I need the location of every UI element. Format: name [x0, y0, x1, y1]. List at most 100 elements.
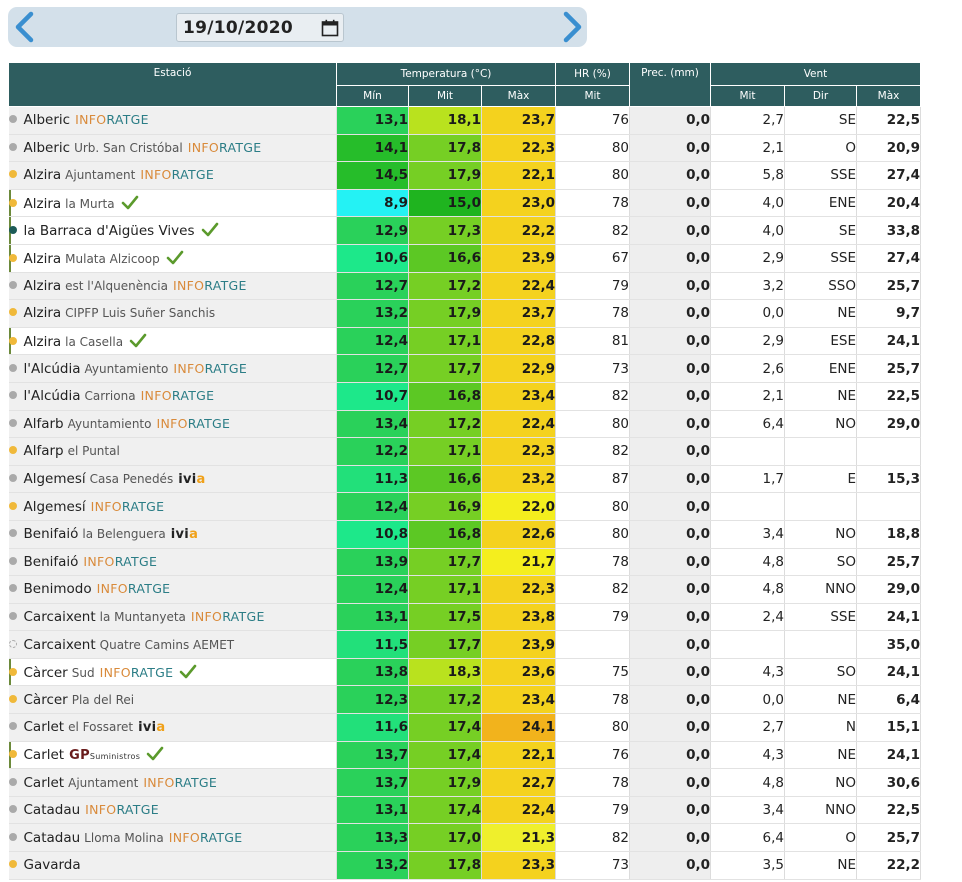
station-name[interactable]: Carcaixent	[24, 609, 96, 625]
station-cell[interactable]: l'Alcúdia Carriona INFORATGE	[8, 382, 337, 411]
col-wmit-header[interactable]: Mit	[710, 85, 785, 107]
station-name[interactable]: Carlet	[24, 775, 65, 791]
table-row[interactable]: Càrcer Sud INFORATGE 13,8 18,3 23,6 75 0,0 4,3 SO…	[8, 658, 921, 687]
previous-day-arrow-icon[interactable]	[11, 11, 39, 43]
table-row[interactable]: Algemesí INFORATGE 12,4 16,9 22,0 80 0,0	[8, 492, 921, 521]
next-day-arrow-icon[interactable]	[558, 11, 586, 43]
inforatge-logo[interactable]: INFORATGE	[169, 830, 243, 845]
table-row[interactable]: Benifaió INFORATGE 13,9 17,7 21,7 78 0,0 4,8 SO 2…	[8, 548, 921, 577]
inforatge-logo[interactable]: INFORATGE	[191, 609, 265, 624]
table-row[interactable]: Alberic Urb. San Cristóbal INFORATGE 14,1 17…	[8, 134, 921, 163]
table-row[interactable]: Alfarp el Puntal 12,2 17,1 22,3 82 0,0	[8, 437, 921, 466]
inforatge-logo[interactable]: INFORATGE	[75, 112, 149, 127]
station-name[interactable]: Algemesí	[24, 471, 86, 487]
station-name[interactable]: Benifaió	[24, 526, 79, 542]
station-cell[interactable]: Alzira Ajuntament INFORATGE	[8, 161, 337, 190]
col-hr-header[interactable]: HR (%)	[555, 62, 630, 86]
station-name[interactable]: Carlet	[24, 719, 65, 735]
station-cell[interactable]: Càrcer Sud INFORATGE	[8, 658, 337, 687]
table-row[interactable]: Alzira CIPFP Luis Suñer Sanchis 13,2 17,9 23…	[8, 299, 921, 328]
inforatge-logo[interactable]: INFORATGE	[83, 554, 157, 569]
col-tmax-header[interactable]: Màx	[481, 85, 556, 107]
station-cell[interactable]: Catadau Lloma Molina INFORATGE	[8, 823, 337, 853]
col-tmit-header[interactable]: Mit	[408, 85, 482, 107]
table-row[interactable]: Catadau Lloma Molina INFORATGE 13,3 17,0 21,3…	[8, 823, 921, 853]
station-cell[interactable]: Carcaixent la Muntanyeta INFORATGE	[8, 603, 337, 632]
station-name[interactable]: Alzira	[24, 278, 62, 294]
station-cell[interactable]: Algemesí INFORATGE	[8, 492, 337, 521]
station-cell[interactable]: la Barraca d'Aigües Vives	[8, 216, 337, 245]
station-name[interactable]: Benifaió	[24, 554, 79, 570]
station-name[interactable]: Alzira	[24, 334, 62, 350]
table-row[interactable]: Alberic INFORATGE 13,1 18,1 23,7 76 0,0 2,7 SE 22…	[8, 106, 921, 135]
station-cell[interactable]: Alzira est l'Alquenència INFORATGE	[8, 272, 337, 301]
inforatge-logo[interactable]: INFORATGE	[173, 278, 247, 293]
table-row[interactable]: Alzira est l'Alquenència INFORATGE 12,7 17,2…	[8, 272, 921, 301]
table-row[interactable]: Carcaixent la Muntanyeta INFORATGE 13,1 17,5…	[8, 603, 921, 632]
station-name[interactable]: Alzira	[24, 196, 62, 212]
table-row[interactable]: Carlet GPSuministros 13,7 17,4 22,1 76 0,0 4,3 N…	[8, 741, 921, 770]
station-name[interactable]: Catadau	[24, 802, 81, 818]
table-row[interactable]: Catadau INFORATGE 13,1 17,4 22,4 79 0,0 3,4 NNO 2…	[8, 796, 921, 825]
station-name[interactable]: Carcaixent	[24, 637, 96, 653]
table-row[interactable]: Alzira Ajuntament INFORATGE 14,5 17,9 22,1 80 0…	[8, 161, 921, 190]
station-name[interactable]: Carlet	[24, 747, 65, 763]
table-row[interactable]: Gavarda 13,2 17,8 23,3 73 0,0 3,5 NE 22,2	[8, 851, 921, 880]
col-wind-header[interactable]: Vent	[710, 62, 921, 86]
station-cell[interactable]: Carcaixent Quatre Camins AEMET	[8, 630, 337, 659]
table-row[interactable]: Benifaió la Belenguera ivia 10,8 16,8 22,6 80 0…	[8, 520, 921, 549]
station-cell[interactable]: Alzira la Murta	[8, 189, 337, 218]
table-row[interactable]: Carlet Ajuntament INFORATGE 13,7 17,9 22,7 78 0…	[8, 768, 921, 797]
table-row[interactable]: Càrcer Pla del Rei 12,3 17,2 23,4 78 0,0 0,0 NE 6…	[8, 685, 921, 715]
table-row[interactable]: la Barraca d'Aigües Vives 12,9 17,3 22,2 82 0…	[8, 216, 921, 245]
inforatge-logo[interactable]: INFORATGE	[143, 775, 217, 790]
ivia-logo[interactable]: ivia	[171, 527, 198, 542]
inforatge-logo[interactable]: INFORATGE	[97, 581, 171, 596]
station-cell[interactable]: Benimodo INFORATGE	[8, 575, 337, 604]
inforatge-logo[interactable]: INFORATGE	[156, 416, 230, 431]
table-row[interactable]: Benimodo INFORATGE 12,4 17,1 22,3 82 0,0 4,8 NNO…	[8, 575, 921, 604]
station-cell[interactable]: Alzira Mulata Alzicoop	[8, 244, 337, 273]
ivia-logo[interactable]: ivia	[138, 720, 165, 735]
station-name[interactable]: l'Alcúdia	[24, 361, 81, 377]
inforatge-logo[interactable]: INFORATGE	[141, 388, 215, 403]
inforatge-logo[interactable]: INFORATGE	[91, 499, 165, 514]
table-row[interactable]: Carlet el Fossaret ivia 11,6 17,4 24,1 80 0,0 2,…	[8, 713, 921, 742]
station-cell[interactable]: Càrcer Pla del Rei	[8, 685, 337, 715]
inforatge-logo[interactable]: INFORATGE	[100, 665, 174, 680]
station-name[interactable]: Catadau	[24, 830, 81, 846]
station-name[interactable]: la Barraca d'Aigües Vives	[24, 223, 195, 239]
table-row[interactable]: l'Alcúdia Carriona INFORATGE 10,7 16,8 23,4 82…	[8, 382, 921, 411]
station-name[interactable]: Càrcer	[24, 665, 68, 681]
station-name[interactable]: l'Alcúdia	[24, 388, 81, 404]
station-name[interactable]: Gavarda	[24, 857, 81, 873]
table-row[interactable]: l'Alcúdia Ayuntamiento INFORATGE 12,7 17,7 22…	[8, 354, 921, 383]
station-name[interactable]: Alberic	[24, 112, 71, 128]
calendar-icon[interactable]	[321, 19, 339, 37]
col-hrmit-header[interactable]: Mit	[555, 85, 630, 107]
station-cell[interactable]: Alberic Urb. San Cristóbal INFORATGE	[8, 134, 337, 163]
station-cell[interactable]: Alfarb Ayuntamiento INFORATGE	[8, 410, 337, 439]
station-cell[interactable]: Alzira la Casella	[8, 327, 337, 356]
date-input[interactable]: 19/10/2020	[176, 13, 344, 42]
col-prec-header[interactable]: Prec. (mm)	[629, 62, 711, 107]
station-cell[interactable]: Alfarp el Puntal	[8, 437, 337, 466]
inforatge-logo[interactable]: INFORATGE	[140, 167, 214, 182]
station-name[interactable]: Alfarp	[24, 443, 64, 459]
table-row[interactable]: Alfarb Ayuntamiento INFORATGE 13,4 17,2 22,4 8…	[8, 410, 921, 439]
gp-suministros-logo[interactable]: GPSuministros	[69, 748, 140, 763]
station-name[interactable]: Càrcer	[24, 692, 68, 708]
station-name[interactable]: Alzira	[24, 305, 62, 321]
col-station-header[interactable]: Estació	[8, 62, 337, 107]
station-name[interactable]: Alberic	[24, 140, 71, 156]
station-cell[interactable]: Benifaió INFORATGE	[8, 548, 337, 577]
station-name[interactable]: Alfarb	[24, 416, 64, 432]
station-cell[interactable]: Alberic INFORATGE	[8, 106, 337, 135]
station-name[interactable]: Benimodo	[24, 581, 92, 597]
station-cell[interactable]: Carlet GPSuministros	[8, 741, 337, 770]
inforatge-logo[interactable]: INFORATGE	[85, 802, 159, 817]
table-row[interactable]: Carcaixent Quatre Camins AEMET 11,5 17,7 23,…	[8, 630, 921, 659]
station-name[interactable]: Alzira	[24, 167, 62, 183]
inforatge-logo[interactable]: INFORATGE	[173, 361, 247, 376]
table-row[interactable]: Algemesí Casa Penedés ivia 11,3 16,6 23,2 87 0,…	[8, 465, 921, 494]
